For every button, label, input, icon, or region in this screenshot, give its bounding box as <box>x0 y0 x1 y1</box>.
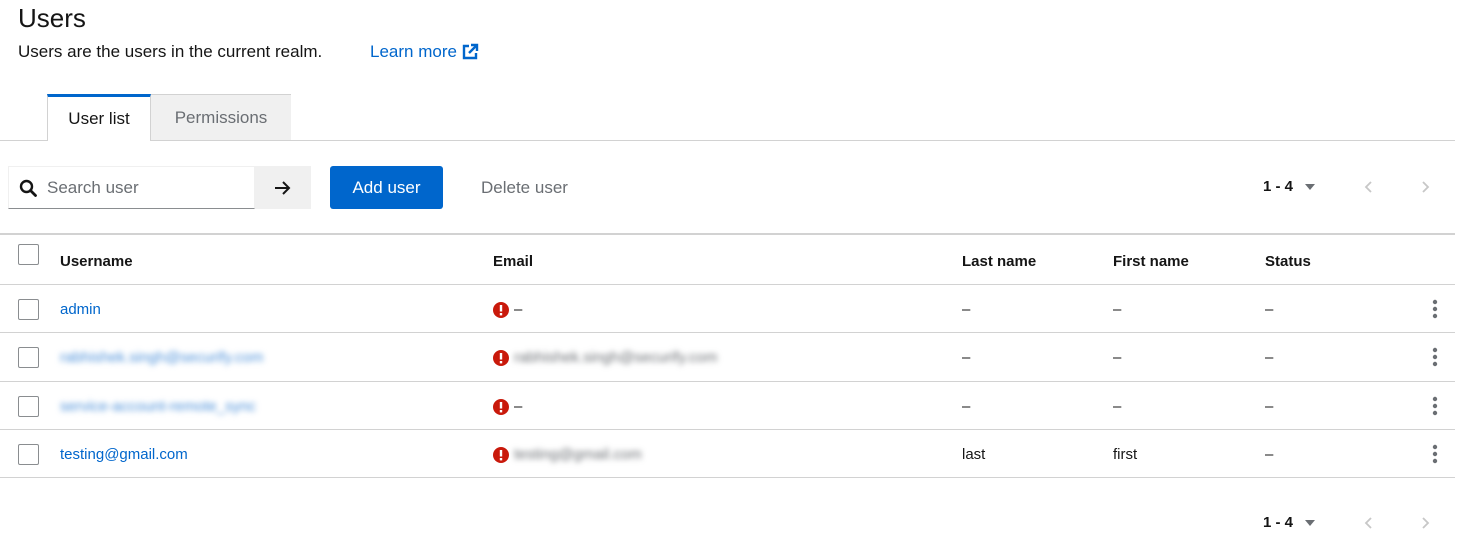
username-link[interactable]: service-account-remote_sync <box>60 398 256 415</box>
email-value: – <box>514 398 523 415</box>
column-header-username[interactable]: Username <box>60 253 133 270</box>
tab-permissions[interactable]: Permissions <box>151 94 291 140</box>
delete-user-button[interactable]: Delete user <box>481 166 568 209</box>
kebab-icon[interactable] <box>1432 396 1438 416</box>
tab-user-list-label: User list <box>68 109 130 128</box>
last-name-cell: – <box>962 349 971 366</box>
page-title: Users <box>18 3 86 33</box>
row-divider <box>0 429 1455 430</box>
pagination-toggle[interactable]: 1 - 4 <box>1263 514 1316 531</box>
arrow-right-icon <box>275 180 291 195</box>
status-cell: – <box>1265 398 1274 415</box>
column-header-email[interactable]: Email <box>493 253 533 270</box>
username-link[interactable]: rabhishek.singh@securify.com <box>60 349 263 366</box>
last-name-cell: – <box>962 301 971 318</box>
external-link-icon <box>462 43 479 60</box>
first-name-cell: – <box>1113 398 1122 415</box>
pagination-toggle[interactable]: 1 - 4 <box>1263 178 1316 195</box>
tabs-divider <box>0 140 1455 141</box>
email-cell: rabhishek.singh@securify.com <box>493 349 717 366</box>
username-link[interactable]: admin <box>60 301 101 318</box>
row-checkbox[interactable] <box>18 444 39 465</box>
status-cell: – <box>1265 446 1274 463</box>
chevron-left-icon[interactable] <box>1362 180 1376 194</box>
column-header-first-name[interactable]: First name <box>1113 253 1189 270</box>
column-header-last-name[interactable]: Last name <box>962 253 1036 270</box>
caret-down-icon <box>1305 183 1316 190</box>
select-all-checkbox[interactable] <box>18 244 39 265</box>
caret-down-icon <box>1305 519 1316 526</box>
exclamation-circle-icon <box>493 301 509 318</box>
learn-more-label: Learn more <box>370 42 457 61</box>
search-input[interactable] <box>45 176 249 199</box>
row-divider <box>0 284 1455 285</box>
pagination-range: 1 - 4 <box>1263 514 1294 531</box>
search-box <box>8 166 255 209</box>
table-top-border <box>0 233 1455 235</box>
tab-permissions-label: Permissions <box>174 107 268 127</box>
search-submit-button[interactable] <box>255 166 311 209</box>
pagination-bottom: 1 - 4 <box>1263 514 1316 531</box>
chevron-right-icon[interactable] <box>1418 180 1432 194</box>
last-name-cell: last <box>962 446 986 463</box>
pagination-top: 1 - 4 <box>1263 178 1316 195</box>
pagination-range: 1 - 4 <box>1263 178 1294 195</box>
email-cell: – <box>493 398 522 415</box>
exclamation-circle-icon <box>493 446 509 463</box>
exclamation-circle-icon <box>493 349 509 366</box>
learn-more-link[interactable]: Learn more <box>370 42 479 62</box>
row-divider <box>0 477 1455 478</box>
last-name-cell: – <box>962 398 971 415</box>
email-value: testing@gmail.com <box>514 446 642 463</box>
email-value: rabhishek.singh@securify.com <box>514 349 718 366</box>
page-description: Users are the users in the current realm… <box>18 42 323 61</box>
first-name-cell: – <box>1113 301 1122 318</box>
kebab-icon[interactable] <box>1432 444 1438 464</box>
row-checkbox[interactable] <box>18 299 39 320</box>
row-checkbox[interactable] <box>18 396 39 417</box>
row-divider <box>0 381 1455 382</box>
chevron-left-icon[interactable] <box>1362 516 1376 530</box>
add-user-button[interactable]: Add user <box>330 166 443 209</box>
column-header-status[interactable]: Status <box>1265 253 1311 270</box>
kebab-icon[interactable] <box>1432 347 1438 367</box>
status-cell: – <box>1265 349 1274 366</box>
email-cell: testing@gmail.com <box>493 446 642 463</box>
first-name-cell: first <box>1113 446 1138 463</box>
exclamation-circle-icon <box>493 398 509 415</box>
username-link[interactable]: testing@gmail.com <box>60 446 188 463</box>
row-divider <box>0 332 1455 333</box>
chevron-right-icon[interactable] <box>1418 516 1432 530</box>
search-icon <box>19 179 37 197</box>
row-checkbox[interactable] <box>18 347 39 368</box>
first-name-cell: – <box>1113 349 1122 366</box>
email-cell: – <box>493 301 522 318</box>
tab-user-list[interactable]: User list <box>47 94 151 141</box>
status-cell: – <box>1265 301 1274 318</box>
email-value: – <box>514 301 523 318</box>
kebab-icon[interactable] <box>1432 299 1438 319</box>
